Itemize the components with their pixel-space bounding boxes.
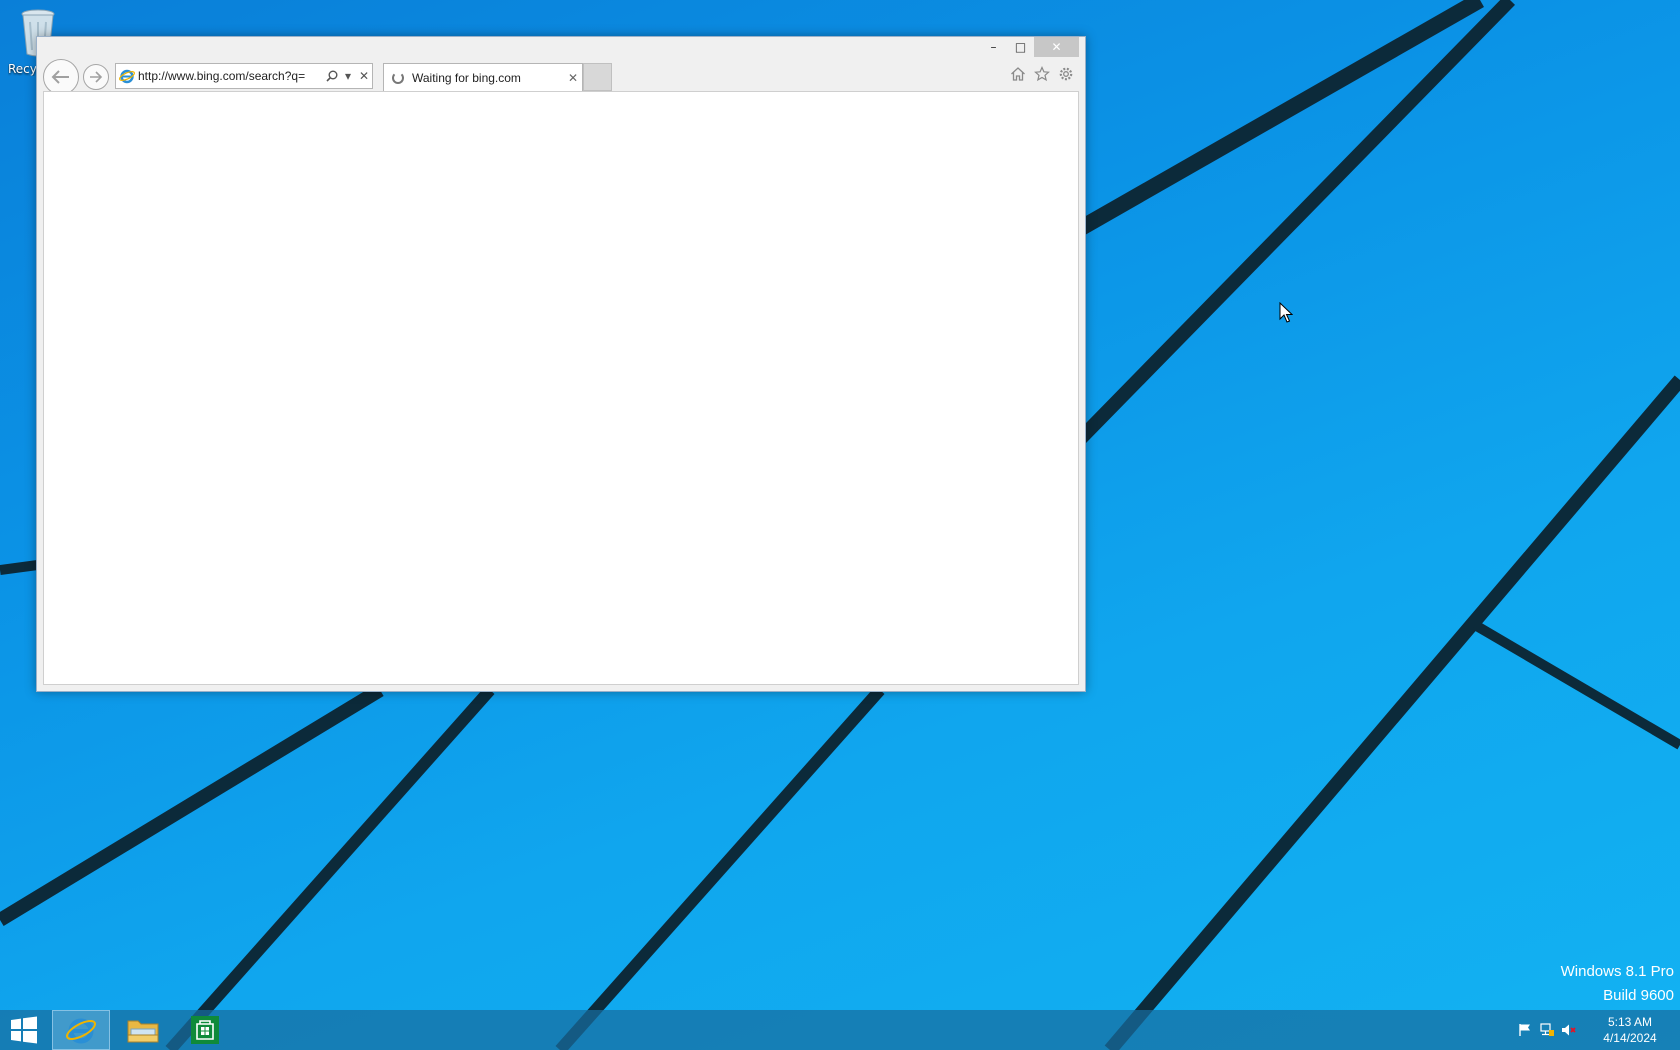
- taskbar-windows-store[interactable]: [176, 1010, 234, 1050]
- tab-active[interactable]: Waiting for bing.com ✕: [383, 63, 583, 91]
- home-icon[interactable]: [1009, 65, 1027, 83]
- back-button[interactable]: [43, 59, 79, 95]
- close-window-button[interactable]: ✕: [1034, 37, 1079, 57]
- window-caption-buttons: – □ ✕: [980, 37, 1079, 57]
- taskbar-internet-explorer[interactable]: [52, 1010, 110, 1050]
- forward-arrow-icon: [90, 71, 103, 83]
- new-tab-button[interactable]: [583, 63, 612, 91]
- taskbar: 5:13 AM 4/14/2024: [0, 1010, 1680, 1050]
- windows-logo-icon: [11, 1016, 37, 1044]
- clock-time: 5:13 AM: [1607, 1015, 1653, 1029]
- maximize-button[interactable]: □: [1007, 37, 1034, 57]
- action-center-flag-icon[interactable]: [1514, 1010, 1536, 1050]
- tab-title: Waiting for bing.com: [412, 70, 521, 85]
- loading-spinner-icon: [392, 71, 404, 84]
- minimize-button[interactable]: –: [980, 37, 1007, 57]
- navigation-bar: http://www.bing.com/search?q= ▾ ✕ Waitin…: [43, 57, 1079, 95]
- settings-gear-icon[interactable]: [1057, 65, 1075, 83]
- browser-toolbar: [1009, 65, 1075, 83]
- windows-store-icon: [191, 1016, 219, 1044]
- tab-close-button[interactable]: ✕: [564, 71, 582, 85]
- ie-page-icon: [116, 65, 138, 87]
- system-tray: 5:13 AM 4/14/2024: [1514, 1010, 1680, 1050]
- internet-explorer-icon: [66, 1018, 96, 1044]
- volume-muted-icon[interactable]: [1558, 1010, 1580, 1050]
- page-content-area[interactable]: [43, 91, 1079, 685]
- address-dropdown-button[interactable]: ▾: [340, 65, 356, 87]
- recycle-bin-label: Recycle Bin: [8, 62, 38, 76]
- back-arrow-icon: [51, 70, 69, 84]
- network-icon[interactable]: [1536, 1010, 1558, 1050]
- file-explorer-icon: [127, 1020, 159, 1043]
- stop-button[interactable]: ✕: [356, 65, 372, 87]
- watermark-edition: Windows 8.1 Pro: [1560, 963, 1674, 980]
- clock-date: 4/14/2024: [1603, 1031, 1657, 1045]
- address-bar[interactable]: http://www.bing.com/search?q= ▾ ✕: [115, 63, 373, 89]
- taskbar-file-explorer[interactable]: [114, 1010, 172, 1050]
- taskbar-clock[interactable]: 5:13 AM 4/14/2024: [1580, 1014, 1680, 1046]
- address-input[interactable]: http://www.bing.com/search?q=: [138, 69, 324, 83]
- favorites-star-icon[interactable]: [1033, 65, 1051, 83]
- start-button[interactable]: [0, 1010, 48, 1050]
- mouse-cursor-icon: [1279, 302, 1293, 323]
- search-icon[interactable]: [324, 65, 340, 87]
- forward-button[interactable]: [83, 64, 109, 90]
- watermark-build: Build 9600: [1603, 987, 1674, 1004]
- windows-build-watermark: Windows 8.1 Pro Build 9600: [1561, 960, 1674, 1008]
- internet-explorer-window[interactable]: – □ ✕ http://www.bing.com/search?q= ▾ ✕ …: [36, 36, 1086, 692]
